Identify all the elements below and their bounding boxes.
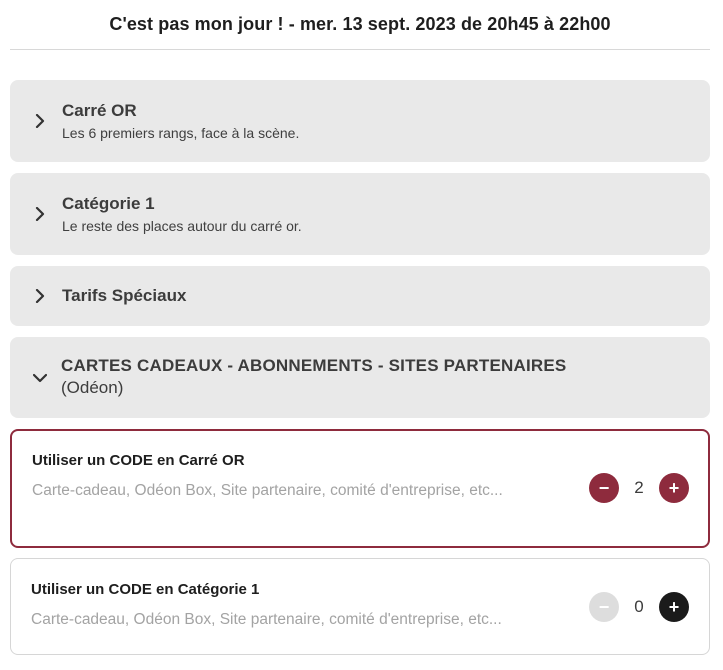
quantity-stepper[interactable]: − 2 + (589, 473, 689, 503)
category-title: Tarifs Spéciaux (62, 286, 187, 305)
category-subtitle: Le reste des places autour du carré or. (62, 218, 302, 234)
quantity-value: 2 (634, 478, 644, 497)
category-carre-or[interactable]: Carré OR Les 6 premiers rangs, face à la… (10, 80, 710, 162)
decrement-button[interactable]: − (589, 592, 619, 622)
code-description: Carte-cadeau, Odéon Box, Site partenaire… (32, 482, 503, 499)
quantity-stepper[interactable]: − 0 + (589, 592, 689, 622)
category-tarifs-speciaux[interactable]: Tarifs Spéciaux (10, 266, 710, 326)
code-title: Utiliser un CODE en Carré OR (32, 452, 245, 469)
code-description: Carte-cadeau, Odéon Box, Site partenaire… (31, 611, 502, 628)
gift-section-title: CARTES CADEAUX - ABONNEMENTS - SITES PAR… (61, 355, 567, 375)
chevron-right-icon (32, 113, 48, 129)
chevron-down-icon (32, 370, 48, 386)
event-header: C'est pas mon jour ! - mer. 13 sept. 202… (10, 0, 710, 50)
decrement-button[interactable]: − (589, 473, 619, 503)
event-title: C'est pas mon jour ! - mer. 13 sept. 202… (109, 14, 611, 34)
increment-button[interactable]: + (659, 473, 689, 503)
increment-button[interactable]: + (659, 592, 689, 622)
chevron-right-icon (32, 288, 48, 304)
chevron-right-icon (32, 206, 48, 222)
gift-cards-section[interactable]: CARTES CADEAUX - ABONNEMENTS - SITES PAR… (10, 337, 710, 418)
code-card-carre-or[interactable]: Utiliser un CODE en Carré OR Carte-cadea… (10, 429, 710, 548)
gift-section-subtitle: (Odéon) (61, 377, 124, 397)
quantity-value: 0 (634, 597, 644, 616)
category-categorie-1[interactable]: Catégorie 1 Le reste des places autour d… (10, 173, 710, 255)
category-subtitle: Les 6 premiers rangs, face à la scène. (62, 125, 300, 141)
code-card-categorie-1[interactable]: Utiliser un CODE en Catégorie 1 Carte-ca… (10, 558, 710, 655)
code-title: Utiliser un CODE en Catégorie 1 (31, 581, 260, 598)
category-title: Carré OR (62, 101, 137, 120)
category-title: Catégorie 1 (62, 194, 155, 213)
